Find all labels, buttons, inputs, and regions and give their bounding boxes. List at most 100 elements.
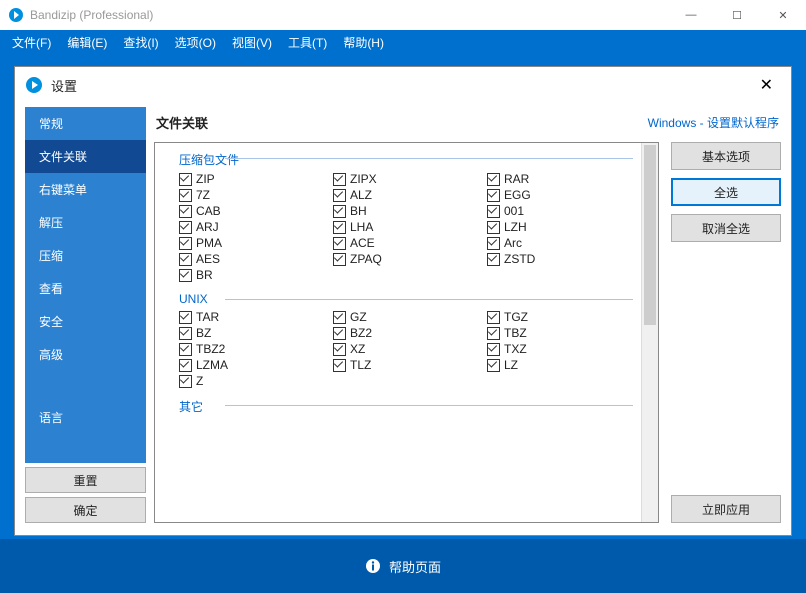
file-type-checkbox[interactable]: ARJ [179, 220, 325, 234]
deselect-all-button[interactable]: 取消全选 [671, 214, 781, 242]
menu-item[interactable]: 帮助(H) [335, 31, 392, 54]
sidebar-item[interactable]: 文件关联 [25, 140, 146, 173]
sidebar-item[interactable]: 安全 [25, 305, 146, 338]
sidebar-item[interactable]: 查看 [25, 272, 146, 305]
checkbox-box[interactable] [179, 205, 192, 218]
checkbox-box[interactable] [333, 343, 346, 356]
checkbox-box[interactable] [487, 253, 500, 266]
file-type-checkbox[interactable]: TGZ [487, 310, 633, 324]
file-type-checkbox[interactable]: ACE [333, 236, 479, 250]
checkbox-box[interactable] [487, 237, 500, 250]
checkbox-box[interactable] [333, 359, 346, 372]
checkbox-box[interactable] [487, 343, 500, 356]
checkbox-label: ZIP [196, 172, 215, 186]
window-maximize-button[interactable]: ☐ [714, 0, 760, 30]
file-type-checkbox[interactable]: BR [179, 268, 325, 282]
checkbox-box[interactable] [333, 327, 346, 340]
checkbox-box[interactable] [179, 253, 192, 266]
menu-item[interactable]: 选项(O) [167, 31, 224, 54]
sidebar-item[interactable]: 常规 [25, 107, 146, 140]
help-footer[interactable]: 帮助页面 [0, 539, 806, 593]
file-type-checkbox[interactable]: TBZ [487, 326, 633, 340]
file-type-checkbox[interactable]: PMA [179, 236, 325, 250]
sidebar-item-language[interactable]: 语言 [25, 401, 146, 434]
file-type-checkbox[interactable]: GZ [333, 310, 479, 324]
checkbox-box[interactable] [333, 173, 346, 186]
file-type-checkbox[interactable]: TAR [179, 310, 325, 324]
menu-item[interactable]: 文件(F) [4, 31, 59, 54]
sidebar-item[interactable]: 高级 [25, 338, 146, 371]
checkbox-label: TBZ2 [196, 342, 225, 356]
ok-button[interactable]: 确定 [25, 497, 146, 523]
checkbox-box[interactable] [179, 359, 192, 372]
file-type-checkbox[interactable]: ZSTD [487, 252, 633, 266]
reset-button[interactable]: 重置 [25, 467, 146, 493]
file-type-checkbox[interactable]: EGG [487, 188, 633, 202]
checkbox-box[interactable] [333, 205, 346, 218]
file-type-checkbox[interactable]: ZIP [179, 172, 325, 186]
dialog-close-button[interactable]: ✕ [752, 71, 781, 99]
window-close-button[interactable]: ✕ [760, 0, 806, 30]
file-type-checkbox[interactable]: RAR [487, 172, 633, 186]
windows-default-programs-link[interactable]: Windows - 设置默认程序 [648, 114, 779, 131]
scrollbar[interactable] [641, 143, 658, 522]
menu-item[interactable]: 查找(I) [115, 31, 166, 54]
checkbox-box[interactable] [333, 189, 346, 202]
file-type-checkbox[interactable]: LZ [487, 358, 633, 372]
file-type-checkbox[interactable]: ZIPX [333, 172, 479, 186]
checkbox-box[interactable] [487, 221, 500, 234]
checkbox-box[interactable] [487, 359, 500, 372]
menu-item[interactable]: 视图(V) [224, 31, 280, 54]
checkbox-box[interactable] [179, 269, 192, 282]
dialog-title: 设置 [51, 76, 77, 95]
file-type-checkbox[interactable]: BH [333, 204, 479, 218]
file-type-checkbox[interactable]: Arc [487, 236, 633, 250]
file-type-checkbox[interactable]: CAB [179, 204, 325, 218]
checkbox-label: 001 [504, 204, 524, 218]
checkbox-box[interactable] [179, 327, 192, 340]
checkbox-box[interactable] [487, 173, 500, 186]
checkbox-box[interactable] [179, 173, 192, 186]
file-type-checkbox[interactable]: ALZ [333, 188, 479, 202]
checkbox-box[interactable] [487, 205, 500, 218]
file-type-checkbox[interactable]: TXZ [487, 342, 633, 356]
window-minimize-button[interactable]: — [668, 0, 714, 30]
sidebar-item[interactable]: 右键菜单 [25, 173, 146, 206]
menu-item[interactable]: 工具(T) [280, 31, 335, 54]
checkbox-box[interactable] [179, 237, 192, 250]
file-type-checkbox[interactable]: LHA [333, 220, 479, 234]
file-type-checkbox[interactable]: TBZ2 [179, 342, 325, 356]
file-type-checkbox[interactable]: TLZ [333, 358, 479, 372]
checkbox-box[interactable] [487, 311, 500, 324]
checkbox-box[interactable] [333, 221, 346, 234]
file-type-checkbox[interactable]: LZH [487, 220, 633, 234]
select-all-button[interactable]: 全选 [671, 178, 781, 206]
checkbox-box[interactable] [333, 311, 346, 324]
scrollbar-thumb[interactable] [644, 145, 656, 325]
checkbox-box[interactable] [333, 253, 346, 266]
basic-options-button[interactable]: 基本选项 [671, 142, 781, 170]
apply-now-button[interactable]: 立即应用 [671, 495, 781, 523]
checkbox-box[interactable] [179, 189, 192, 202]
file-type-checkbox[interactable]: 7Z [179, 188, 325, 202]
file-type-checkbox[interactable]: BZ [179, 326, 325, 340]
checkbox-box[interactable] [179, 375, 192, 388]
file-type-checkbox[interactable]: ZPAQ [333, 252, 479, 266]
checkbox-box[interactable] [487, 327, 500, 340]
sidebar-item[interactable]: 压缩 [25, 239, 146, 272]
sidebar-item[interactable]: 解压 [25, 206, 146, 239]
checkbox-box[interactable] [179, 311, 192, 324]
file-type-checkbox[interactable]: BZ2 [333, 326, 479, 340]
file-type-checkbox[interactable]: 001 [487, 204, 633, 218]
checkbox-box[interactable] [179, 343, 192, 356]
file-type-checkbox[interactable]: AES [179, 252, 325, 266]
file-type-checkbox[interactable]: Z [179, 374, 325, 388]
checkbox-box[interactable] [179, 221, 192, 234]
file-type-checkbox[interactable]: LZMA [179, 358, 325, 372]
file-type-checkbox[interactable]: XZ [333, 342, 479, 356]
checkbox-box[interactable] [333, 237, 346, 250]
checkbox-label: ALZ [350, 188, 372, 202]
checkbox-label: LZ [504, 358, 518, 372]
menu-item[interactable]: 编辑(E) [59, 31, 115, 54]
checkbox-box[interactable] [487, 189, 500, 202]
